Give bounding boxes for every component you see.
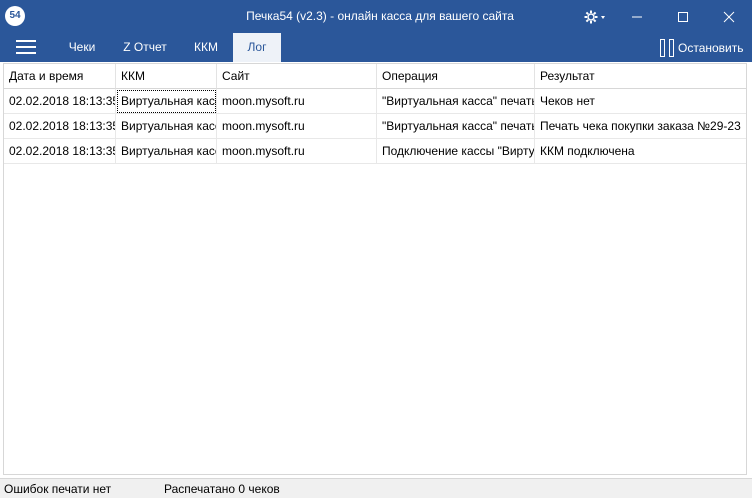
table-row[interactable]: 02.02.2018 18:13:35 Виртуальная касса mo… bbox=[4, 89, 746, 114]
cell-datetime[interactable]: 02.02.2018 18:13:35 bbox=[4, 114, 116, 139]
cell-operation[interactable]: "Виртуальная касса" печать чеков bbox=[377, 114, 535, 139]
tab-log[interactable]: Лог bbox=[233, 33, 281, 62]
column-header-result[interactable]: Результат bbox=[535, 64, 746, 89]
cell-result[interactable]: ККМ подключена bbox=[535, 139, 746, 164]
maximize-button[interactable] bbox=[660, 0, 706, 33]
cell-site[interactable]: moon.mysoft.ru bbox=[217, 139, 377, 164]
app-logo-icon: 54 bbox=[5, 6, 25, 26]
cell-operation[interactable]: "Виртуальная касса" печать чеков bbox=[377, 89, 535, 114]
minimize-button[interactable] bbox=[614, 0, 660, 33]
cell-kkm[interactable]: Виртуальная касса bbox=[116, 139, 217, 164]
close-icon bbox=[723, 11, 735, 22]
table-row[interactable]: 02.02.2018 18:13:35 Виртуальная касса mo… bbox=[4, 114, 746, 139]
cell-kkm[interactable]: Виртуальная касса bbox=[116, 114, 217, 139]
cell-datetime[interactable]: 02.02.2018 18:13:35 bbox=[4, 139, 116, 164]
table-row[interactable]: 02.02.2018 18:13:35 Виртуальная касса mo… bbox=[4, 139, 746, 164]
status-printed-count: Распечатано 0 чеков bbox=[164, 482, 280, 496]
column-header-datetime[interactable]: Дата и время bbox=[4, 64, 116, 89]
title-bar: 54 Печка54 (v2.3) - онлайн касса для ваш… bbox=[0, 0, 752, 33]
cell-site[interactable]: moon.mysoft.ru bbox=[217, 89, 377, 114]
tab-z-report[interactable]: Z Отчет bbox=[112, 33, 178, 62]
chevron-down-icon bbox=[601, 15, 605, 19]
column-header-kkm[interactable]: ККМ bbox=[116, 64, 217, 89]
cell-datetime[interactable]: 02.02.2018 18:13:35 bbox=[4, 89, 116, 114]
pause-icon bbox=[660, 38, 674, 57]
stop-button[interactable]: Остановить bbox=[660, 33, 744, 62]
cell-site[interactable]: moon.mysoft.ru bbox=[217, 114, 377, 139]
maximize-icon bbox=[678, 11, 688, 22]
hamburger-menu-icon[interactable] bbox=[16, 40, 36, 56]
settings-menu-button[interactable] bbox=[580, 0, 610, 33]
column-header-site[interactable]: Сайт bbox=[217, 64, 377, 89]
close-button[interactable] bbox=[706, 0, 752, 33]
gear-icon bbox=[584, 10, 605, 23]
stop-button-label: Остановить bbox=[678, 40, 744, 55]
log-table: Дата и время ККМ Сайт Операция Результат… bbox=[3, 63, 747, 475]
cell-kkm[interactable]: Виртуальная касса bbox=[116, 89, 217, 114]
cell-result[interactable]: Печать чека покупки заказа №29-23 bbox=[535, 114, 746, 139]
cell-operation[interactable]: Подключение кассы "Виртуальная касса" bbox=[377, 139, 535, 164]
status-bar: Ошибок печати нет Распечатано 0 чеков bbox=[0, 478, 752, 498]
tab-kkm[interactable]: ККМ bbox=[182, 33, 230, 62]
tab-bar: Чеки Z Отчет ККМ Лог Остановить bbox=[0, 33, 752, 62]
column-header-operation[interactable]: Операция bbox=[377, 64, 535, 89]
status-print-errors: Ошибок печати нет bbox=[4, 482, 112, 496]
tab-receipts[interactable]: Чеки bbox=[56, 33, 108, 62]
cell-result[interactable]: Чеков нет bbox=[535, 89, 746, 114]
minimize-icon bbox=[632, 16, 642, 17]
